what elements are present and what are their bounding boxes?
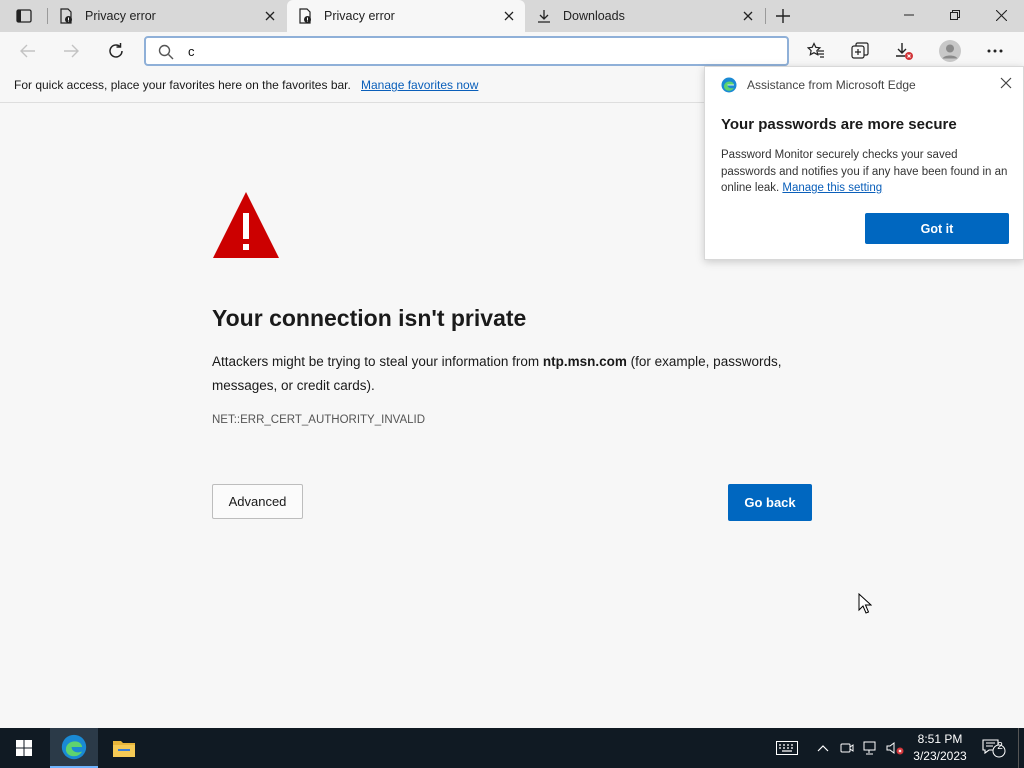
tab-privacy-error-2[interactable]: Privacy error [287,0,525,32]
download-error-icon [896,43,913,60]
manage-favorites-link[interactable]: Manage favorites now [361,78,478,92]
popup-body: Password Monitor securely checks your sa… [721,147,1013,197]
popup-header-text: Assistance from Microsoft Edge [747,78,916,92]
collections-button[interactable] [844,35,876,67]
error-code: NET::ERR_CERT_AUTHORITY_INVALID [212,414,426,426]
keyboard-tray-button[interactable] [772,728,802,768]
refresh-icon [109,43,123,58]
keyboard-icon [776,741,798,755]
favorites-button[interactable] [800,35,832,67]
tab-label: Privacy error [85,9,156,23]
tab-label: Privacy error [324,9,395,23]
restore-icon [950,10,960,20]
tab-actions-button[interactable] [8,6,40,26]
close-tab-icon[interactable] [258,4,282,28]
favorites-bar-hint: For quick access, place your favorites h… [14,78,351,92]
mouse-pointer-icon [858,593,872,614]
plus-icon [776,9,790,23]
download-icon [536,8,552,24]
restore-button[interactable] [932,0,978,30]
title-bar: Privacy error Privacy error Downloads [0,0,1024,32]
avatar-icon [939,40,961,62]
edge-logo-icon [721,77,737,93]
camera-icon [840,743,854,753]
warning-icon [213,192,279,258]
password-monitor-popup: Assistance from Microsoft Edge Your pass… [704,66,1024,260]
tab-label: Downloads [563,9,625,23]
more-icon [987,49,1003,53]
minimize-button[interactable] [886,0,932,30]
got-it-button[interactable]: Got it [865,213,1009,244]
forward-button[interactable] [55,35,87,67]
settings-more-button[interactable] [979,35,1011,67]
new-tab-button[interactable] [770,4,796,28]
popup-header: Assistance from Microsoft Edge [721,77,916,93]
page-title: Your connection isn't private [212,305,527,331]
error-domain: ntp.msn.com [542,354,627,369]
address-input[interactable] [188,42,768,60]
volume-button[interactable] [884,728,906,768]
taskbar-edge[interactable] [50,728,98,768]
refresh-button[interactable] [100,35,132,67]
volume-muted-icon [886,742,904,755]
go-back-button[interactable]: Go back [728,484,812,521]
manage-setting-link[interactable]: Manage this setting [782,182,882,194]
taskbar-file-explorer[interactable] [100,728,148,768]
collections-icon [851,42,869,59]
clock-date: 3/23/2023 [913,749,967,763]
tab-actions-icon [16,9,32,23]
popup-title: Your passwords are more secure [721,116,957,133]
error-description: Attackers might be trying to steal your … [212,350,822,398]
start-button[interactable] [0,728,48,768]
browser-toolbar [0,32,1024,70]
favorites-star-icon [807,42,824,58]
privacy-error-page-icon [58,8,74,24]
network-button[interactable] [860,728,882,768]
advanced-button[interactable]: Advanced [212,484,303,519]
chevron-up-icon [817,745,829,752]
clock-time: 8:51 PM [917,732,963,746]
close-tab-icon[interactable] [497,4,521,28]
close-tab-icon[interactable] [736,4,760,28]
tab-downloads[interactable]: Downloads [526,0,764,32]
action-center-button[interactable]: 2 [980,728,1008,768]
search-icon [158,44,174,60]
folder-icon [113,741,135,757]
arrow-left-icon [20,44,35,58]
profile-button[interactable] [934,35,966,67]
close-icon [995,9,1007,21]
tab-separator [765,8,766,24]
windows-logo-icon [16,740,32,756]
taskbar-clock[interactable]: 8:51 PM 3/23/2023 [906,731,974,765]
notification-count: 2 [997,741,1003,752]
show-hidden-icons-button[interactable] [812,728,834,768]
popup-close-button[interactable] [997,74,1015,92]
arrow-right-icon [64,44,79,58]
close-window-button[interactable] [978,0,1024,30]
meet-now-button[interactable] [837,728,857,768]
show-desktop-button[interactable] [1018,728,1024,768]
address-bar[interactable] [144,36,789,66]
tab-privacy-error-1[interactable]: Privacy error [48,0,286,32]
minimize-icon [904,14,914,16]
edge-logo-icon [61,734,87,760]
close-icon [1000,77,1012,89]
downloads-button[interactable] [888,35,920,67]
network-icon [863,741,876,755]
back-button[interactable] [12,35,44,67]
taskbar: 8:51 PM 3/23/2023 2 [0,728,1024,768]
error-description-text: Attackers might be trying to steal your … [212,354,543,369]
privacy-error-page-icon [297,8,313,24]
